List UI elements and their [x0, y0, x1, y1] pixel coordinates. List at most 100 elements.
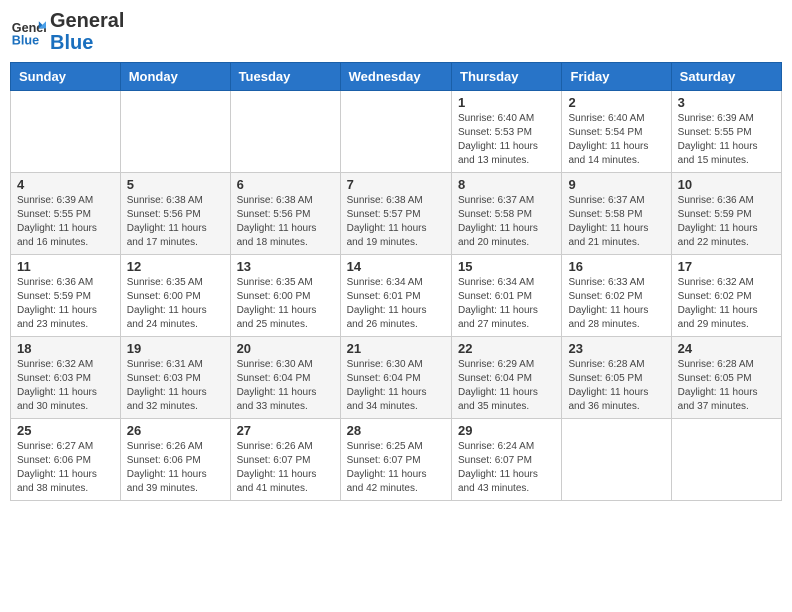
calendar-cell: 21Sunrise: 6:30 AM Sunset: 6:04 PM Dayli… — [340, 337, 451, 419]
calendar-week-3: 11 Sunrise: 6:36 AM Sunset: 5:59 PM Dayli… — [11, 255, 782, 337]
calendar-cell: 6 Sunrise: 6:38 AM Sunset: 5:56 PM Daylig… — [230, 173, 340, 255]
calendar-cell: 22Sunrise: 6:29 AM Sunset: 6:04 PM Dayli… — [452, 337, 562, 419]
calendar-cell: 7 Sunrise: 6:38 AM Sunset: 5:57 PM Daylig… — [340, 173, 451, 255]
calendar-header-row: SundayMondayTuesdayWednesdayThursdayFrid… — [11, 63, 782, 91]
calendar-cell: 28 Sunrise: 6:25 AM Sunset: 6:07 PM Dayli… — [340, 419, 451, 501]
calendar-cell: 16 Sunrise: 6:33 AM Sunset: 6:02 PM Dayli… — [562, 255, 671, 337]
day-number: 29 — [458, 423, 555, 438]
day-number: 27 — [237, 423, 334, 438]
day-info: Sunrise: 6:31 AM Sunset: 6:03 PM Dayligh… — [127, 358, 224, 414]
day-number: 19 — [127, 341, 224, 356]
day-number: 18 — [17, 341, 114, 356]
calendar-cell: 18 Sunrise: 6:32 AM Sunset: 6:03 PM Dayli… — [11, 337, 121, 419]
day-info: Sunrise: 6:26 AM Sunset: 6:07 PM Dayligh… — [237, 440, 334, 496]
day-number: 20 — [237, 341, 334, 356]
calendar-cell — [120, 91, 230, 173]
calendar-cell: 25Sunrise: 6:27 AM Sunset: 6:06 PM Dayli… — [11, 419, 121, 501]
day-info: Sunrise: 6:35 AM Sunset: 6:00 PM Dayligh… — [237, 276, 334, 332]
day-number: 11 — [17, 259, 114, 274]
day-info: Sunrise: 6:34 AM Sunset: 6:01 PM Dayligh… — [347, 276, 445, 332]
calendar-cell — [562, 419, 671, 501]
day-info: Sunrise: 6:33 AM Sunset: 6:02 PM Dayligh… — [568, 276, 664, 332]
calendar-cell: 1Sunrise: 6:40 AM Sunset: 5:53 PM Daylig… — [452, 91, 562, 173]
day-info: Sunrise: 6:26 AM Sunset: 6:06 PM Dayligh… — [127, 440, 224, 496]
day-info: Sunrise: 6:36 AM Sunset: 5:59 PM Dayligh… — [17, 276, 114, 332]
day-info: Sunrise: 6:34 AM Sunset: 6:01 PM Dayligh… — [458, 276, 555, 332]
col-header-sunday: Sunday — [11, 63, 121, 91]
calendar-cell: 24 Sunrise: 6:28 AM Sunset: 6:05 PM Dayli… — [671, 337, 781, 419]
day-number: 4 — [17, 177, 114, 192]
day-number: 10 — [678, 177, 775, 192]
col-header-monday: Monday — [120, 63, 230, 91]
day-number: 6 — [237, 177, 334, 192]
day-number: 9 — [568, 177, 664, 192]
day-number: 7 — [347, 177, 445, 192]
calendar-cell: 27 Sunrise: 6:26 AM Sunset: 6:07 PM Dayli… — [230, 419, 340, 501]
day-info: Sunrise: 6:27 AM Sunset: 6:06 PM Dayligh… — [17, 440, 114, 496]
calendar-week-1: 1Sunrise: 6:40 AM Sunset: 5:53 PM Daylig… — [11, 91, 782, 173]
day-number: 5 — [127, 177, 224, 192]
calendar-cell: 9Sunrise: 6:37 AM Sunset: 5:58 PM Daylig… — [562, 173, 671, 255]
day-info: Sunrise: 6:37 AM Sunset: 5:58 PM Dayligh… — [458, 194, 555, 250]
day-number: 23 — [568, 341, 664, 356]
day-number: 22 — [458, 341, 555, 356]
calendar-cell: 5 Sunrise: 6:38 AM Sunset: 5:56 PM Daylig… — [120, 173, 230, 255]
calendar-cell: 12 Sunrise: 6:35 AM Sunset: 6:00 PM Dayli… — [120, 255, 230, 337]
day-number: 28 — [347, 423, 445, 438]
col-header-thursday: Thursday — [452, 63, 562, 91]
calendar-cell: 3 Sunrise: 6:39 AM Sunset: 5:55 PM Daylig… — [671, 91, 781, 173]
calendar-cell: 2 Sunrise: 6:40 AM Sunset: 5:54 PM Daylig… — [562, 91, 671, 173]
calendar-cell: 14Sunrise: 6:34 AM Sunset: 6:01 PM Dayli… — [340, 255, 451, 337]
calendar-week-4: 18 Sunrise: 6:32 AM Sunset: 6:03 PM Dayli… — [11, 337, 782, 419]
day-info: Sunrise: 6:38 AM Sunset: 5:56 PM Dayligh… — [237, 194, 334, 250]
calendar-cell — [340, 91, 451, 173]
day-info: Sunrise: 6:30 AM Sunset: 6:04 PM Dayligh… — [237, 358, 334, 414]
day-number: 16 — [568, 259, 664, 274]
calendar-cell: 23 Sunrise: 6:28 AM Sunset: 6:05 PM Dayli… — [562, 337, 671, 419]
day-info: Sunrise: 6:38 AM Sunset: 5:56 PM Dayligh… — [127, 194, 224, 250]
day-info: Sunrise: 6:35 AM Sunset: 6:00 PM Dayligh… — [127, 276, 224, 332]
day-info: Sunrise: 6:25 AM Sunset: 6:07 PM Dayligh… — [347, 440, 445, 496]
col-header-tuesday: Tuesday — [230, 63, 340, 91]
day-number: 1 — [458, 95, 555, 110]
col-header-saturday: Saturday — [671, 63, 781, 91]
day-info: Sunrise: 6:36 AM Sunset: 5:59 PM Dayligh… — [678, 194, 775, 250]
logo: General Blue General Blue — [10, 10, 124, 54]
day-number: 26 — [127, 423, 224, 438]
calendar-cell: 11 Sunrise: 6:36 AM Sunset: 5:59 PM Dayli… — [11, 255, 121, 337]
col-header-wednesday: Wednesday — [340, 63, 451, 91]
calendar-cell: 26 Sunrise: 6:26 AM Sunset: 6:06 PM Dayli… — [120, 419, 230, 501]
header: General Blue General Blue — [10, 10, 782, 54]
calendar-cell: 13 Sunrise: 6:35 AM Sunset: 6:00 PM Dayli… — [230, 255, 340, 337]
calendar-week-5: 25Sunrise: 6:27 AM Sunset: 6:06 PM Dayli… — [11, 419, 782, 501]
calendar-cell: 4 Sunrise: 6:39 AM Sunset: 5:55 PM Daylig… — [11, 173, 121, 255]
svg-text:Blue: Blue — [12, 34, 39, 48]
day-info: Sunrise: 6:28 AM Sunset: 6:05 PM Dayligh… — [678, 358, 775, 414]
day-number: 17 — [678, 259, 775, 274]
day-info: Sunrise: 6:40 AM Sunset: 5:54 PM Dayligh… — [568, 112, 664, 168]
logo-icon: General Blue — [10, 14, 46, 50]
calendar-cell: 19 Sunrise: 6:31 AM Sunset: 6:03 PM Dayli… — [120, 337, 230, 419]
day-number: 12 — [127, 259, 224, 274]
day-info: Sunrise: 6:28 AM Sunset: 6:05 PM Dayligh… — [568, 358, 664, 414]
calendar-cell — [11, 91, 121, 173]
calendar-cell: 17Sunrise: 6:32 AM Sunset: 6:02 PM Dayli… — [671, 255, 781, 337]
calendar-cell: 8 Sunrise: 6:37 AM Sunset: 5:58 PM Daylig… — [452, 173, 562, 255]
day-number: 3 — [678, 95, 775, 110]
day-number: 24 — [678, 341, 775, 356]
calendar-cell: 10 Sunrise: 6:36 AM Sunset: 5:59 PM Dayli… — [671, 173, 781, 255]
calendar-cell: 29 Sunrise: 6:24 AM Sunset: 6:07 PM Dayli… — [452, 419, 562, 501]
calendar-cell: 15Sunrise: 6:34 AM Sunset: 6:01 PM Dayli… — [452, 255, 562, 337]
day-info: Sunrise: 6:38 AM Sunset: 5:57 PM Dayligh… — [347, 194, 445, 250]
day-number: 2 — [568, 95, 664, 110]
day-info: Sunrise: 6:39 AM Sunset: 5:55 PM Dayligh… — [678, 112, 775, 168]
col-header-friday: Friday — [562, 63, 671, 91]
day-info: Sunrise: 6:32 AM Sunset: 6:03 PM Dayligh… — [17, 358, 114, 414]
day-number: 13 — [237, 259, 334, 274]
day-info: Sunrise: 6:39 AM Sunset: 5:55 PM Dayligh… — [17, 194, 114, 250]
day-info: Sunrise: 6:24 AM Sunset: 6:07 PM Dayligh… — [458, 440, 555, 496]
day-number: 8 — [458, 177, 555, 192]
calendar-cell — [671, 419, 781, 501]
day-number: 21 — [347, 341, 445, 356]
calendar-cell — [230, 91, 340, 173]
